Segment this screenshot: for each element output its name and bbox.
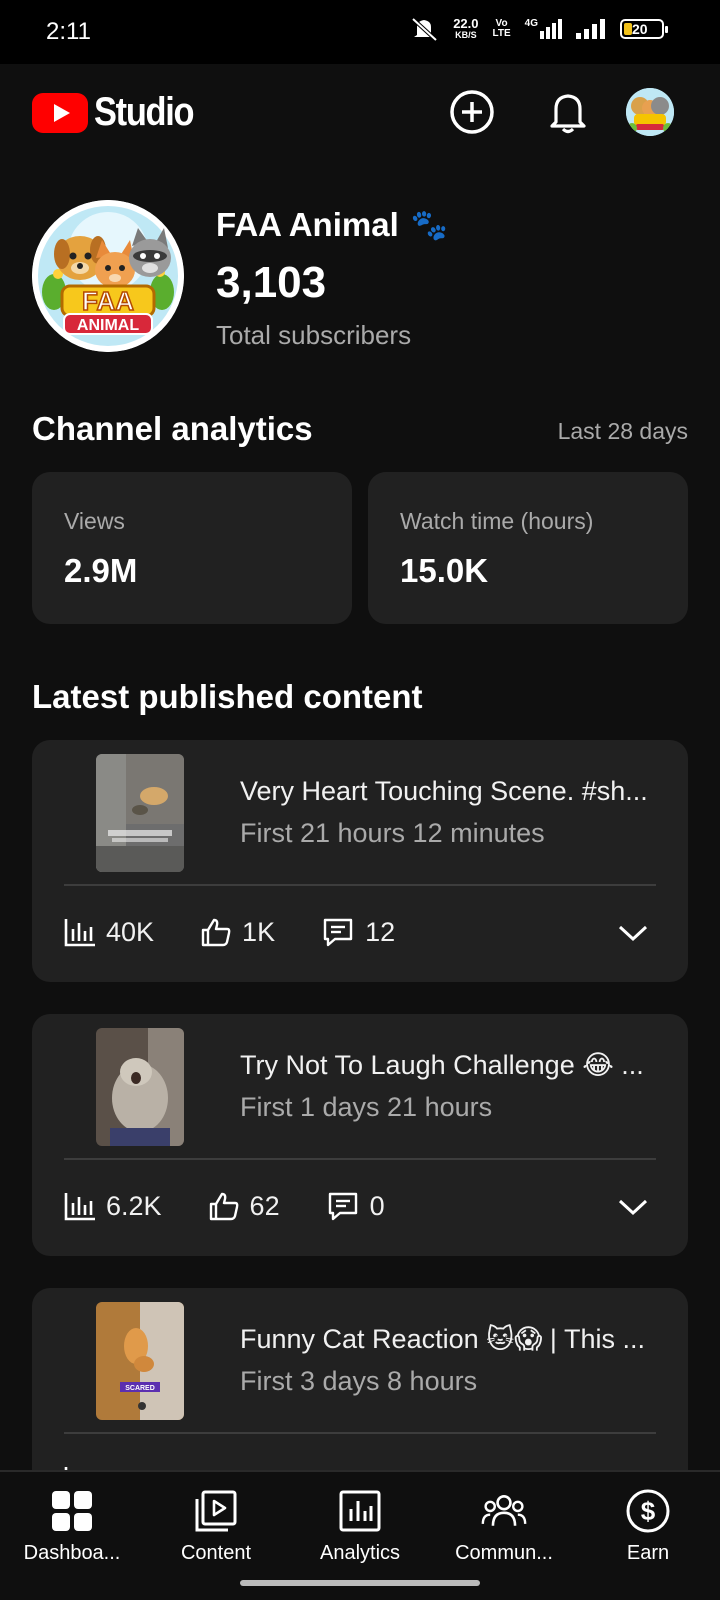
signal-icon-2 — [576, 19, 605, 39]
video-thumbnail-image — [96, 1028, 184, 1146]
status-icons: 22.0 KB/S Vo LTE 4G 20 — [409, 16, 668, 42]
channel-avatar[interactable]: FAA ANIMAL — [32, 200, 184, 352]
subscriber-label: Total subscribers — [216, 320, 412, 350]
earn-icon: $ — [626, 1489, 670, 1533]
channel-analytics-title: Channel analytics — [32, 410, 313, 447]
views-card[interactable]: Views 2.9M — [32, 472, 352, 624]
video-thumbnail-image — [96, 754, 184, 872]
likes-count: 62 — [249, 1190, 280, 1221]
thumbs-up-icon — [201, 918, 231, 947]
stat-value: 2.9M — [64, 552, 138, 589]
likes-count: 1K — [242, 916, 276, 947]
thumbnail-caption: SCARED — [125, 1385, 155, 1392]
comments-metric: 0 — [326, 1190, 385, 1222]
channel-name-text: FAA Animal — [216, 206, 399, 243]
chevron-down-icon[interactable] — [616, 916, 650, 950]
avatar-logo-text-top: FAA — [82, 286, 134, 316]
video-thumbnail[interactable] — [96, 1028, 184, 1146]
create-button[interactable] — [448, 88, 496, 136]
comments-count: 12 — [365, 916, 396, 947]
content-icon — [195, 1490, 237, 1532]
comment-icon — [328, 1192, 357, 1221]
silent-bell-icon — [411, 17, 438, 42]
subscriber-count: 3,103 — [216, 258, 327, 307]
channel-avatar-image: FAA ANIMAL — [32, 200, 184, 352]
content-card[interactable]: Very Heart Touching Scene. #sh... First … — [32, 740, 688, 982]
video-thumbnail[interactable] — [96, 754, 184, 872]
content-card[interactable]: Try Not To Laugh Challenge 😂 ... First 1… — [32, 1014, 688, 1256]
video-thumbnail[interactable]: SCARED — [96, 1302, 184, 1420]
nav-label: Earn — [626, 1542, 670, 1564]
account-avatar[interactable] — [626, 88, 674, 136]
comments-metric: 12 — [321, 916, 395, 948]
stat-value: 15.0K — [400, 552, 489, 589]
nav-analytics[interactable]: Analytics — [288, 1472, 432, 1572]
analytics-icon — [339, 1490, 381, 1532]
signal-icon-1: 4G — [525, 19, 562, 39]
nav-content[interactable]: Content — [144, 1472, 288, 1572]
watch-time-card[interactable]: Watch time (hours) 15.0K — [368, 472, 688, 624]
status-bar: 2:11 22.0 KB/S Vo LTE 4G 20 — [0, 0, 720, 64]
video-period: First 1 days 21 hours — [240, 1092, 493, 1122]
chevron-down-icon[interactable] — [616, 1190, 650, 1224]
youtube-logo-icon — [32, 92, 88, 133]
channel-avatar-image — [626, 88, 674, 136]
app-name: Studio — [94, 90, 195, 134]
bar-chart-icon — [64, 1193, 95, 1221]
comment-icon — [323, 918, 353, 947]
bar-chart-icon — [64, 919, 95, 947]
nav-dashboard[interactable]: Dashboa... — [0, 1472, 144, 1572]
channel-name: FAA Animal 🐾 — [216, 206, 448, 244]
video-title: Very Heart Touching Scene. #sh... — [240, 776, 648, 806]
channel-header: FAA ANIMAL FAA Animal 🐾 3,103 Total subs… — [32, 200, 688, 352]
divider — [64, 884, 656, 886]
paw-prints-emoji: 🐾 — [410, 208, 449, 242]
battery-icon: 20 — [620, 19, 668, 39]
likes-metric: 1K — [200, 916, 275, 948]
video-metrics: 40K 1K 12 — [64, 910, 441, 954]
latest-content-title: Latest published content — [32, 678, 423, 715]
network-speed: 22.0 KB/S — [453, 16, 479, 40]
top-app-bar: Studio — [0, 64, 720, 160]
video-thumbnail-image: SCARED — [96, 1302, 184, 1420]
volte-indicator: Vo LTE — [492, 18, 511, 39]
divider — [64, 1158, 656, 1160]
views-count: 40K — [106, 916, 155, 947]
divider — [64, 1432, 656, 1434]
nav-label: Commun... — [455, 1542, 553, 1564]
views-metric: 40K — [64, 917, 154, 948]
home-indicator[interactable] — [240, 1580, 480, 1586]
nav-label: Analytics — [319, 1542, 401, 1564]
views-count: 6.2K — [106, 1190, 162, 1221]
video-title: Try Not To Laugh Challenge 😂 ... — [240, 1050, 644, 1080]
stat-label: Views — [64, 508, 125, 534]
nav-label: Dashboa... — [23, 1542, 121, 1564]
svg-text:$: $ — [641, 1496, 656, 1526]
stat-label: Watch time (hours) — [400, 508, 594, 534]
avatar-logo-text-bottom: ANIMAL — [77, 317, 139, 334]
status-time: 2:11 — [46, 18, 91, 45]
video-title: Funny Cat Reaction 🐱😱 | This ... — [240, 1324, 645, 1354]
views-metric: 6.2K — [64, 1191, 162, 1222]
youtube-studio-logo: Studio — [32, 90, 209, 135]
nav-label: Content — [180, 1542, 252, 1564]
analytics-range: Last 28 days — [557, 418, 688, 444]
add-circle-icon — [450, 90, 494, 134]
likes-metric: 62 — [208, 1190, 280, 1222]
nav-community[interactable]: Commun... — [432, 1472, 576, 1572]
comments-count: 0 — [369, 1190, 385, 1221]
video-period: First 21 hours 12 minutes — [240, 818, 545, 848]
video-metrics: 6.2K 62 0 — [64, 1184, 431, 1228]
video-period: First 3 days 8 hours — [240, 1366, 478, 1396]
community-icon — [481, 1494, 527, 1526]
thumbs-up-icon — [209, 1192, 238, 1221]
notifications-button[interactable] — [544, 88, 592, 136]
nav-earn[interactable]: $ Earn — [576, 1472, 720, 1572]
dashboard-icon — [52, 1491, 92, 1531]
bell-icon — [550, 94, 586, 134]
